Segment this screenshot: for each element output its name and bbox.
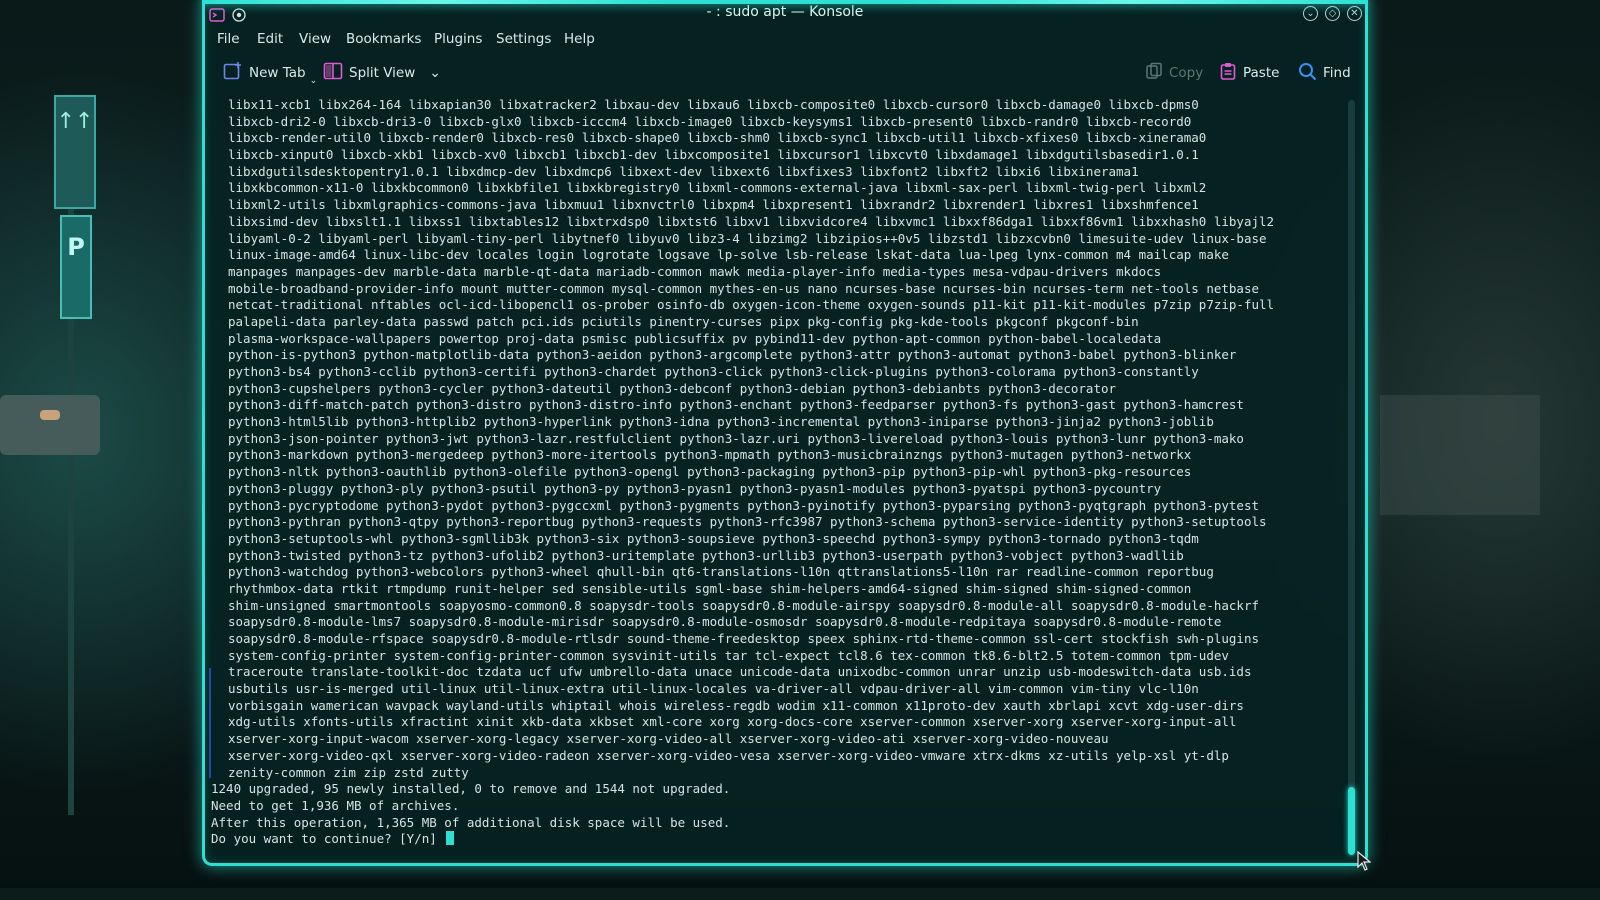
mouse-pointer-icon — [1357, 850, 1372, 875]
package-line: shim-unsigned smartmontools soapyosmo-co… — [228, 597, 1260, 613]
toolbar: New Tab ⌄ Split View ⌄ Copy Paste Find — [205, 58, 1365, 94]
package-line: xserver-xorg-video-qxl xserver-xorg-vide… — [228, 747, 1229, 763]
split-view-chevron-icon: ⌄ — [429, 65, 441, 81]
package-line: libxsimd-dev libxslt1.1 libxss1 libxtabl… — [228, 213, 1275, 229]
vertical-scrollbar[interactable] — [1348, 100, 1355, 855]
package-line: rhythmbox-data rtkit rtmpdump runit-help… — [228, 580, 1192, 596]
copy-label: Copy — [1169, 65, 1204, 81]
menu-edit[interactable]: Edit — [257, 31, 283, 47]
package-line: python3-html5lib python3-httplib2 python… — [228, 414, 1214, 430]
car-light — [40, 410, 60, 420]
minimize-button[interactable]: ⌄ — [1303, 6, 1318, 21]
split-view-icon — [323, 61, 343, 85]
package-list: libx11-xcb1 libx264-164 libxapian30 libx… — [211, 97, 1341, 781]
menu-help[interactable]: Help — [564, 31, 595, 47]
find-label: Find — [1323, 65, 1351, 81]
package-line: netcat-traditional nftables ocl-icd-libo… — [228, 297, 1275, 313]
new-tab-label: New Tab — [249, 65, 306, 81]
package-line: manpages manpages-dev marble-data marble… — [228, 263, 1162, 279]
package-line: libxkbcommon-x11-0 libxkbcommon0 libxkbf… — [228, 180, 1207, 196]
maximize-button[interactable]: ◇ — [1325, 6, 1340, 21]
split-view-label: Split View — [349, 65, 416, 81]
package-line: python3-setuptools-whl python3-sgmllib3k… — [228, 530, 1199, 546]
package-line: plasma-workspace-wallpapers powertop pro… — [228, 330, 1162, 346]
package-line: python3-json-pointer python3-jwt python3… — [228, 430, 1244, 446]
new-tab-dropdown-icon: ⌄ — [309, 76, 318, 86]
window-title: - : sudo apt — Konsole — [706, 4, 864, 20]
close-button[interactable]: ✕ — [1347, 6, 1362, 21]
package-line: libxcb-dri2-0 libxcb-dri3-0 libxcb-glx0 … — [228, 113, 1192, 129]
menubar: File Edit View Bookmarks Plugins Setting… — [205, 28, 1365, 50]
copy-button[interactable]: Copy — [1145, 58, 1203, 88]
parking-sign: P — [60, 215, 92, 319]
window-top-glow — [202, 0, 1368, 4]
package-line: usbutils usr-is-merged util-linux util-l… — [228, 681, 1199, 697]
package-line: python3-diff-match-patch python3-distro … — [228, 397, 1244, 413]
package-line: traceroute translate-toolkit-doc tzdata … — [228, 664, 1252, 680]
package-line: libxcb-xinput0 libxcb-xkb1 libxcb-xv0 li… — [228, 147, 1199, 163]
copy-icon — [1145, 62, 1163, 84]
package-line: python-is-python3 python-matplotlib-data… — [228, 347, 1237, 363]
konsole-window: - : sudo apt — Konsole ⌄ ◇ ✕ File Edit V… — [202, 0, 1368, 866]
paste-icon — [1219, 62, 1237, 84]
package-line: libyaml-0-2 libyaml-perl libyaml-tiny-pe… — [228, 230, 1267, 246]
new-tab-icon — [223, 61, 243, 85]
package-line: python3-pycryptodome python3-pydot pytho… — [228, 497, 1260, 513]
package-line: python3-nltk python3-oauthlib python3-ol… — [228, 464, 1192, 480]
menu-view[interactable]: View — [299, 31, 331, 47]
package-line: xserver-xorg-input-wacom xserver-xorg-le… — [228, 731, 1109, 747]
package-line: zenity-common zim zip zstd zutty — [228, 764, 469, 780]
new-tab-button[interactable]: New Tab ⌄ — [223, 58, 317, 88]
taskbar-edge — [0, 888, 1600, 900]
find-button[interactable]: Find — [1298, 58, 1351, 88]
package-line: python3-pluggy python3-ply python3-psuti… — [228, 480, 1162, 496]
package-line: libx11-xcb1 libx264-164 libxapian30 libx… — [228, 97, 1199, 112]
package-line: vorbisgain wamerican wavpack wayland-uti… — [228, 697, 1244, 713]
parked-car — [0, 395, 100, 455]
summary-line: 1240 upgraded, 95 newly installed, 0 to … — [211, 781, 731, 797]
titlebar[interactable]: - : sudo apt — Konsole ⌄ ◇ ✕ — [205, 0, 1365, 28]
package-line: python3-bs4 python3-cclib python3-certif… — [228, 364, 1199, 379]
package-line: mobile-broadband-provider-info mount mut… — [228, 280, 1260, 296]
package-line: libxml2-utils libxmlgraphics-commons-jav… — [228, 197, 1199, 213]
scrollbar-thumb[interactable] — [1348, 787, 1355, 855]
prompt-line: Do you want to continue? [Y/n] — [211, 831, 1341, 848]
download-size-line: Need to get 1,936 MB of archives. — [211, 797, 460, 813]
package-line: soapysdr0.8-module-rfspace soapysdr0.8-m… — [228, 631, 1260, 646]
paste-button[interactable]: Paste — [1219, 58, 1279, 88]
menu-plugins[interactable]: Plugins — [434, 31, 482, 47]
background-building — [1380, 395, 1540, 515]
split-view-button[interactable]: Split View ⌄ — [323, 58, 441, 88]
package-line: linux-image-amd64 linux-libc-dev locales… — [228, 247, 1229, 263]
search-icon — [1298, 62, 1317, 85]
package-line: libxdgutilsdesktopentry1.0.1 libxdmcp-de… — [228, 163, 1139, 179]
package-line: python3-markdown python3-mergedeep pytho… — [228, 447, 1192, 463]
package-line: soapysdr0.8-module-lms7 soapysdr0.8-modu… — [228, 614, 1222, 630]
menu-bookmarks[interactable]: Bookmarks — [346, 31, 421, 47]
paste-label: Paste — [1243, 65, 1280, 81]
package-line: xdg-utils xfonts-utils xfractint xinit x… — [228, 714, 1237, 730]
terminal-output[interactable]: libx11-xcb1 libx264-164 libxapian30 libx… — [211, 97, 1341, 857]
continue-prompt: Do you want to continue? [Y/n] — [211, 831, 445, 847]
package-line: python3-watchdog python3-webcolors pytho… — [228, 564, 1214, 580]
package-line: palapeli-data parley-data passwd patch p… — [228, 313, 1139, 329]
menu-file[interactable]: File — [217, 31, 240, 47]
text-cursor — [446, 831, 455, 846]
package-line: python3-pythran python3-qtpy python3-rep… — [228, 514, 1267, 530]
package-line: system-config-printer system-config-prin… — [228, 647, 1229, 663]
menu-settings[interactable]: Settings — [496, 31, 551, 47]
disk-space-line: After this operation, 1,365 MB of additi… — [211, 814, 731, 830]
package-line: python3-twisted python3-tz python3-ufoli… — [228, 547, 1184, 563]
package-line: libxcb-render-util0 libxcb-render0 libxc… — [228, 130, 1207, 146]
package-line: python3-cupshelpers python3-cycler pytho… — [228, 380, 1117, 396]
direction-sign: ↑↑ — [54, 95, 96, 209]
